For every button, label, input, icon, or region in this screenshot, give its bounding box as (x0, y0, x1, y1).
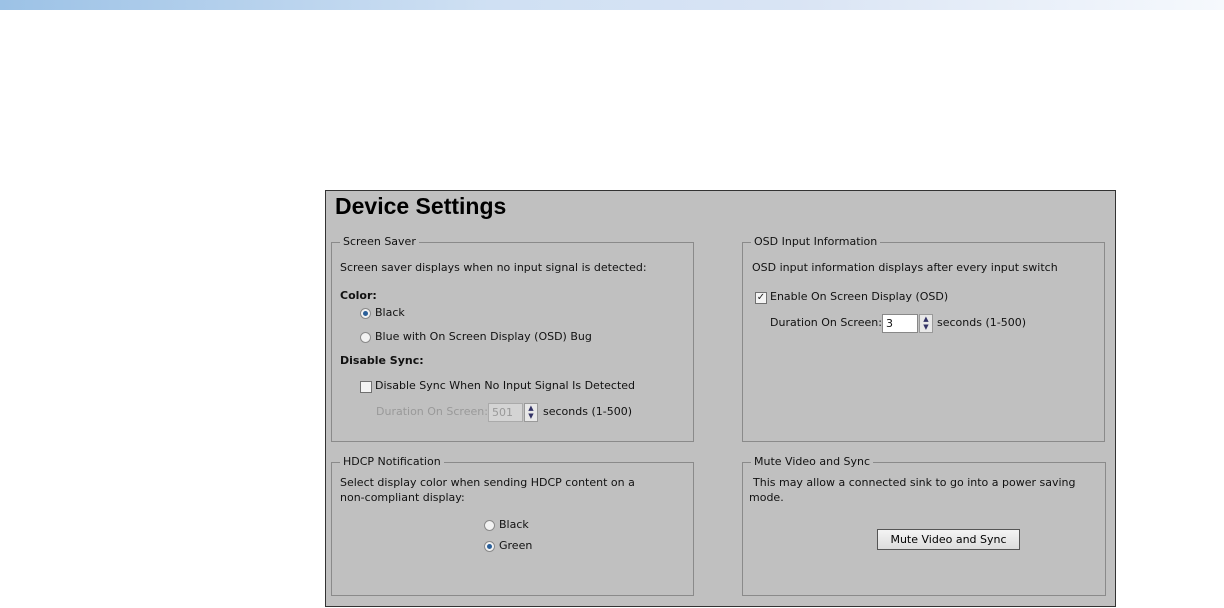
header-gradient-bar (0, 0, 1224, 10)
radio-blue-osd-bug-label[interactable]: Blue with On Screen Display (OSD) Bug (375, 330, 592, 343)
disable-sync-checkbox[interactable] (360, 381, 372, 393)
spin-down-icon[interactable]: ▼ (525, 412, 537, 420)
osd-duration-label: Duration On Screen: (770, 316, 882, 329)
mute-description-line1: This may allow a connected sink to go in… (753, 476, 1076, 489)
enable-osd-checkbox[interactable]: ✓ (755, 292, 767, 304)
hdcp-radio-black-label[interactable]: Black (499, 518, 529, 531)
hdcp-description-line1: Select display color when sending HDCP c… (340, 476, 635, 489)
radio-black-label[interactable]: Black (375, 306, 405, 319)
hdcp-radio-green[interactable] (484, 541, 495, 552)
mute-video-sync-button[interactable]: Mute Video and Sync (877, 529, 1020, 550)
page-title: Device Settings (335, 193, 507, 219)
hdcp-description-line2: non-compliant display: (340, 491, 465, 504)
ss-duration-input[interactable]: 501 (488, 403, 523, 422)
ss-duration-label: Duration On Screen: (376, 405, 488, 418)
radio-black[interactable] (360, 308, 371, 319)
color-label: Color: (340, 289, 377, 302)
screen-saver-description: Screen saver displays when no input sign… (340, 261, 647, 274)
osd-duration-input[interactable]: 3 (882, 314, 918, 333)
mute-group: Mute Video and Sync This may allow a con… (742, 455, 1106, 596)
osd-group: OSD Input Information OSD input informat… (742, 235, 1105, 442)
osd-duration-spinner[interactable]: ▲ ▼ (919, 314, 933, 333)
osd-duration-units: seconds (1-500) (937, 316, 1027, 329)
enable-osd-label[interactable]: Enable On Screen Display (OSD) (770, 290, 948, 303)
hdcp-radio-black[interactable] (484, 520, 495, 531)
spin-up-icon[interactable]: ▲ (525, 404, 537, 412)
osd-legend: OSD Input Information (751, 235, 881, 249)
radio-blue-osd-bug[interactable] (360, 332, 371, 343)
screen-saver-legend: Screen Saver (340, 235, 419, 249)
spin-up-icon[interactable]: ▲ (920, 315, 932, 323)
hdcp-group: HDCP Notification Select display color w… (331, 455, 694, 596)
hdcp-radio-green-label[interactable]: Green (499, 539, 532, 552)
hdcp-legend: HDCP Notification (340, 455, 444, 469)
disable-sync-label: Disable Sync: (340, 354, 424, 367)
device-settings-panel: Device Settings Screen Saver Screen save… (325, 190, 1116, 607)
mute-legend: Mute Video and Sync (751, 455, 874, 469)
osd-description: OSD input information displays after eve… (752, 261, 1058, 274)
mute-description-line2: mode. (749, 491, 784, 504)
ss-duration-units: seconds (1-500) (543, 405, 633, 418)
screen-saver-group: Screen Saver Screen saver displays when … (331, 235, 694, 442)
spin-down-icon[interactable]: ▼ (920, 323, 932, 331)
disable-sync-checkbox-label[interactable]: Disable Sync When No Input Signal Is Det… (375, 379, 635, 392)
ss-duration-spinner[interactable]: ▲ ▼ (524, 403, 538, 422)
